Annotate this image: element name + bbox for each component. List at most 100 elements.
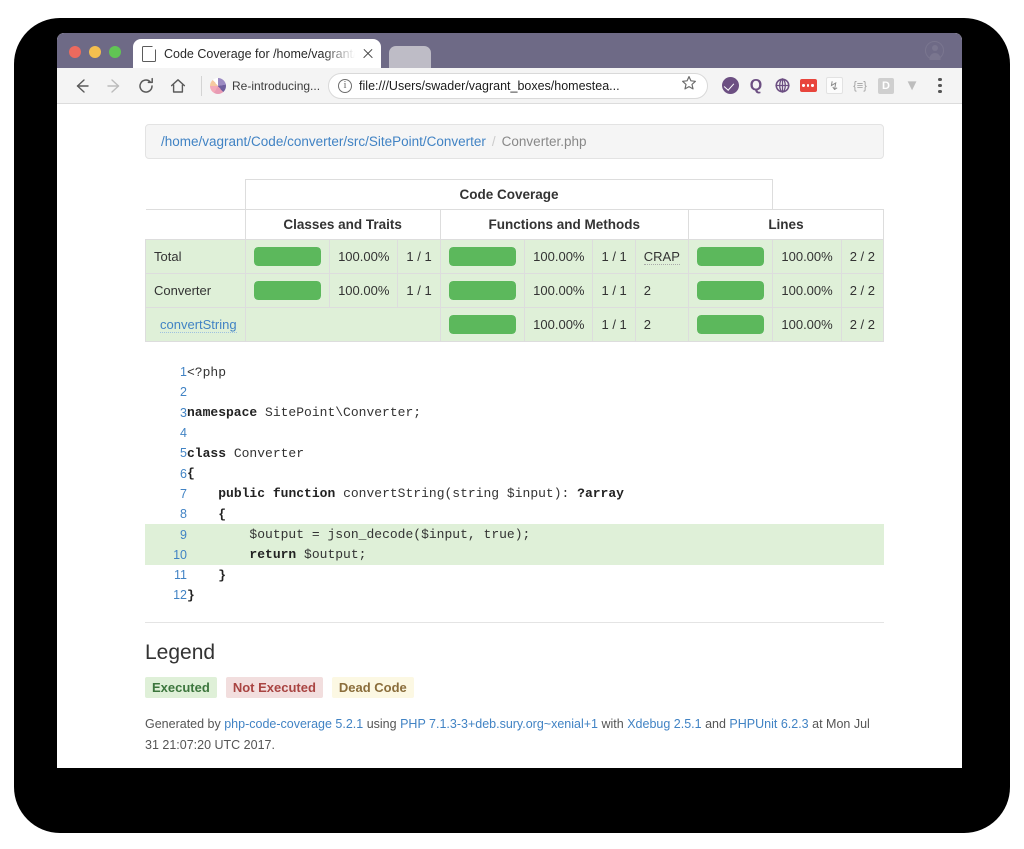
report-footer: Generated by php-code-coverage 5.2.1 usi… — [145, 714, 884, 758]
breadcrumb: /home/vagrant/Code/converter/src/SitePoi… — [145, 124, 884, 159]
toolbar-divider — [201, 75, 202, 96]
source-line-code: namespace SitePoint\Converter; — [187, 405, 422, 421]
user-avatar-icon[interactable] — [925, 41, 944, 60]
classes-empty — [244, 307, 441, 342]
source-line-code — [187, 382, 884, 402]
source-line-number: 7 — [180, 486, 187, 501]
tab-strip: Code Coverage for /home/vagrant/C — [57, 33, 962, 68]
footer-link-php[interactable]: PHP 7.1.3-3+deb.sury.org~xenial+1 — [400, 717, 598, 731]
crap-index-cell: CRAP — [634, 239, 689, 274]
source-line-number: 2 — [180, 385, 187, 400]
browser-tab-active[interactable]: Code Coverage for /home/vagrant/C — [133, 39, 381, 68]
footer-with: with — [601, 716, 624, 731]
functions-fraction: 1 / 1 — [592, 273, 636, 308]
q-extension-label: Q — [749, 76, 763, 94]
functions-coverage-bar — [439, 307, 526, 342]
legend-section: Legend Executed Not Executed Dead Code — [145, 641, 884, 698]
table-row: Total 100.00% 1 / 1 100.00% 1 / 1 CRAP 100.00%… — [145, 239, 885, 274]
footer-link-php-code-coverage[interactable]: php-code-coverage 5.2.1 — [224, 717, 363, 731]
source-line-row: 4 — [145, 423, 884, 443]
table-row: convertString 100.00% 1 / 1 2 100.00% 2 / 2 — [145, 307, 885, 342]
coverage-row-name: convertString — [145, 307, 246, 342]
lines-percent: 100.00% — [772, 273, 842, 308]
q-extension-icon[interactable]: Q — [744, 74, 768, 98]
source-code-listing: 1 <?php 2 3 namespace SitePoint\Converter; 4… — [145, 362, 884, 623]
back-arrow-icon[interactable] — [69, 73, 95, 99]
address-bar[interactable]: file:///Users/swader/vagrant_boxes/homes… — [328, 72, 708, 99]
source-line-row: 6{ — [145, 463, 884, 483]
functions-percent: 100.00% — [524, 273, 594, 308]
source-line-number: 3 — [180, 405, 187, 420]
source-line-code: public function convertString(string $in… — [218, 486, 624, 502]
classes-coverage-bar — [244, 273, 331, 308]
coverage-table-group-header-row: Code Coverage — [145, 179, 884, 210]
source-line-row: 1 <?php — [145, 362, 884, 382]
globe-extension-icon[interactable] — [770, 74, 794, 98]
red-dots-extension-icon[interactable] — [796, 74, 820, 98]
home-icon[interactable] — [165, 73, 191, 99]
breadcrumb-current-file: Converter.php — [501, 134, 587, 149]
check-circle-extension-icon[interactable] — [718, 74, 742, 98]
functions-percent: 100.00% — [524, 307, 594, 342]
coverage-table: Code Coverage Classes and Traits Functio… — [145, 179, 885, 342]
forward-arrow-icon[interactable] — [101, 73, 127, 99]
coverage-table-column-header-row: Classes and Traits Functions and Methods… — [145, 209, 885, 240]
source-line-code — [187, 423, 884, 443]
classes-coverage-bar — [244, 239, 331, 274]
functions-coverage-bar — [439, 273, 526, 308]
d-extension-icon[interactable]: D — [874, 74, 898, 98]
lines-fraction: 2 / 2 — [840, 307, 885, 342]
window-close-button[interactable] — [69, 46, 81, 58]
crap-index-cell: 2 — [634, 307, 689, 342]
page-info-icon[interactable] — [338, 78, 353, 93]
window-maximize-button[interactable] — [109, 46, 121, 58]
coverage-row-link[interactable]: convertString — [160, 317, 237, 333]
window-minimize-button[interactable] — [89, 46, 101, 58]
footer-link-phpunit[interactable]: PHPUnit 6.2.3 — [729, 717, 808, 731]
source-line-code: { — [218, 506, 227, 522]
lines-coverage-bar — [687, 239, 774, 274]
lines-fraction: 2 / 2 — [840, 239, 885, 274]
page-document-icon — [142, 45, 157, 62]
footer-at: at — [812, 716, 823, 731]
sitepoint-swirl-icon — [210, 77, 226, 94]
kebab-menu-icon[interactable] — [930, 77, 950, 94]
lines-percent: 100.00% — [772, 307, 842, 342]
bookmark-star-icon[interactable] — [681, 75, 697, 96]
classes-percent: 100.00% — [329, 239, 399, 274]
functions-percent: 100.00% — [524, 239, 594, 274]
footer-link-xdebug[interactable]: Xdebug 2.5.1 — [627, 717, 701, 731]
flash-extension-icon[interactable]: ↯ — [822, 74, 846, 98]
source-line-code: return $output; — [187, 544, 884, 565]
corner-cell-2 — [145, 209, 246, 240]
source-line-number: 6 — [180, 466, 187, 481]
breadcrumb-path-link[interactable]: /home/vagrant/Code/converter/src/SitePoi… — [161, 134, 486, 149]
column-group-lines: Lines — [687, 209, 885, 240]
coverage-row-name: Total — [145, 239, 246, 274]
source-line-row: 12} — [145, 585, 884, 605]
source-line-row: 2 — [145, 382, 884, 402]
new-tab-placeholder[interactable] — [389, 46, 431, 68]
crap-abbr[interactable]: CRAP — [643, 249, 680, 265]
bookmark-re-introducing[interactable]: Re-introducing... — [210, 77, 320, 94]
source-line-number: 1 — [180, 365, 187, 380]
v-extension-icon[interactable]: ▼ — [900, 74, 924, 98]
source-line-code: } — [187, 587, 195, 603]
source-line-row: 9 $output = json_decode($input, true); — [145, 524, 884, 545]
source-line-row: 5 class Converter — [145, 443, 884, 463]
classes-fraction: 1 / 1 — [397, 239, 441, 274]
source-line-code: <?php — [187, 364, 227, 380]
functions-fraction: 1 / 1 — [592, 307, 636, 342]
browser-window: Code Coverage for /home/vagrant/C Re-int… — [57, 33, 962, 768]
source-line-row: 11 } — [145, 565, 884, 585]
functions-fraction: 1 / 1 — [592, 239, 636, 274]
legend-item-dead-code: Dead Code — [331, 676, 414, 698]
coverage-group-title: Code Coverage — [244, 179, 774, 210]
source-line-number: 11 — [174, 568, 187, 583]
source-line-code: } — [218, 567, 227, 583]
tab-close-icon[interactable] — [361, 47, 375, 61]
source-line-number: 10 — [145, 544, 187, 565]
braces-extension-icon[interactable]: {≡} — [848, 74, 872, 98]
reload-icon[interactable] — [133, 73, 159, 99]
source-line-number: 8 — [180, 507, 187, 522]
